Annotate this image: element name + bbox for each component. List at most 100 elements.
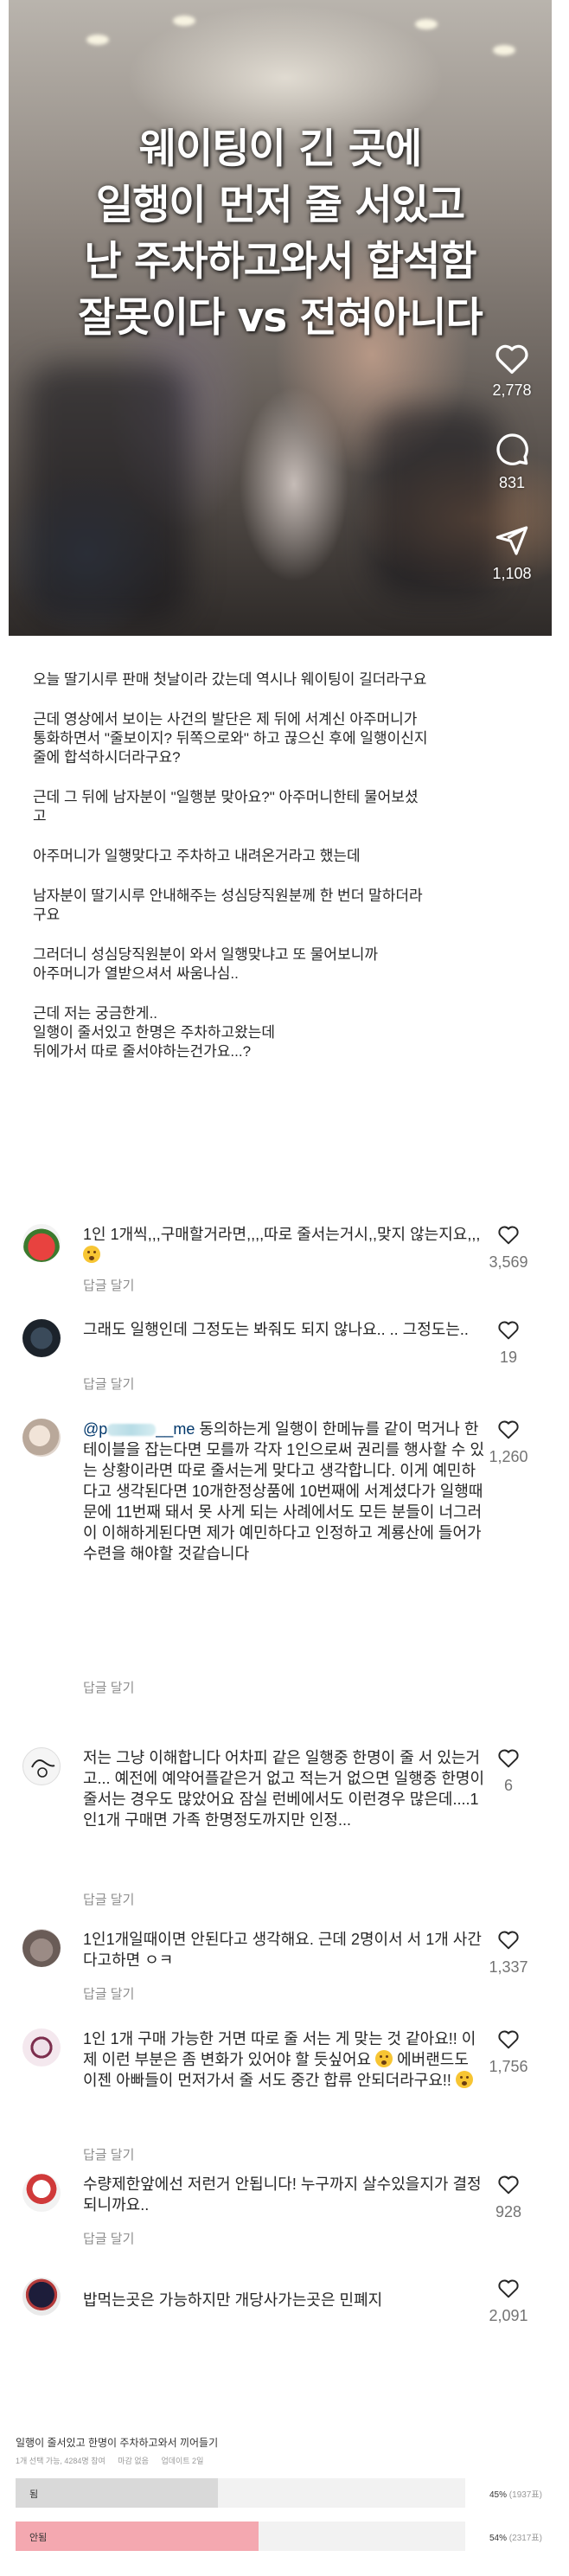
caption-line: 웨이팅이 긴 곳에 <box>138 125 422 173</box>
caption-line: 일행이 먼저 줄 서있고 <box>95 182 465 229</box>
blurred-crowd <box>26 363 190 623</box>
heart-icon <box>495 344 528 375</box>
poll-percent: 45% <box>489 2490 508 2500</box>
poll-vote-count: (1937표) <box>508 2490 542 2500</box>
post-body: 오늘 딸기시루 판매 첫날이라 갔는데 역시나 웨이팅이 길더라구요 근데 영상… <box>33 670 526 1082</box>
post-paragraph: 근데 영상에서 보이는 사건의 발단은 제 뒤에 서계신 아주머니가 통화하면서… <box>33 711 428 766</box>
poll-participants: 1개 선택 가능, 4284명 참여 <box>16 2457 105 2465</box>
comment-text: @p __me 동의하는게 일행이 한메뉴를 같이 먹거나 한 테이블을 잡는다면… <box>83 1419 486 1564</box>
comment-text-content: 동의하는게 일행이 한메뉴를 같이 먹거나 한 테이블을 잡는다면 모를까 각자… <box>83 1420 485 1562</box>
comment-like-count: 6 <box>503 1777 513 1794</box>
mention-link[interactable]: @p __me <box>83 1420 195 1438</box>
comment-like-button[interactable]: 19 <box>483 1319 534 1367</box>
comment-like-button[interactable]: 2,091 <box>483 2278 534 2325</box>
avatar[interactable] <box>22 1224 61 1262</box>
share-count: 1,108 <box>492 565 532 582</box>
blurred-username <box>107 1424 157 1437</box>
reply-button[interactable]: 답글 달기 <box>83 1984 134 2002</box>
reply-button[interactable]: 답글 달기 <box>83 2145 134 2163</box>
ceiling-light <box>86 35 109 45</box>
video-action-bar: 2,778 831 1,108 <box>484 342 540 614</box>
heart-icon <box>498 2279 519 2298</box>
reply-button[interactable]: 답글 달기 <box>83 1276 134 1294</box>
heart-icon <box>498 1931 519 1950</box>
heart-icon <box>498 2030 519 2049</box>
reel-video[interactable]: 웨이팅이 긴 곳에 일행이 먼저 줄 서있고 난 주차하고와서 합석함 잘못이다… <box>9 0 552 636</box>
share-plane-icon <box>495 526 528 555</box>
comment-like-count: 928 <box>495 2203 522 2220</box>
comment-like-button[interactable]: 1,260 <box>483 1419 534 1466</box>
comment-text: 저는 그냥 이해합니다 어차피 같은 일행중 한명이 줄 서 있는거고... 예… <box>83 1749 485 1829</box>
laughing-emoji-icon <box>83 1246 100 1263</box>
comment-like-button[interactable]: 1,756 <box>483 2028 534 2076</box>
avatar-illustration-icon <box>31 1759 55 1778</box>
poll-option[interactable]: 됨 45% (1937표) <box>16 2478 553 2508</box>
like-button[interactable]: 2,778 <box>484 342 540 400</box>
poll-bar-fill <box>16 2522 259 2551</box>
reply-button[interactable]: 답글 달기 <box>83 1890 134 1908</box>
post-paragraph: 오늘 딸기시루 판매 첫날이라 갔는데 역시나 웨이팅이 길더라구요 <box>33 671 427 688</box>
avatar[interactable] <box>22 1747 61 1785</box>
blurred-crowd <box>372 407 502 597</box>
share-button[interactable]: 1,108 <box>484 523 540 583</box>
smiling-emoji-icon <box>375 2050 393 2067</box>
reply-button[interactable]: 답글 달기 <box>83 2229 134 2247</box>
poll-title: 일행이 줄서있고 한명이 주차하고와서 끼어들기 <box>16 2437 219 2449</box>
comment-like-button[interactable]: 6 <box>483 1747 534 1795</box>
comment-like-button[interactable]: 1,337 <box>483 1929 534 1977</box>
poll-bar-fill <box>16 2478 218 2508</box>
comment-like-button[interactable]: 3,569 <box>483 1224 534 1272</box>
comment-like-button[interactable]: 928 <box>483 2174 534 2221</box>
heart-icon <box>498 1420 519 1439</box>
comment-like-count: 19 <box>499 1349 518 1366</box>
post-paragraph: 남자분이 딸기시루 안내해주는 성심당직원분께 한 번더 말하더라 구요 <box>33 888 423 923</box>
post-paragraph: 그러더니 성심당직원분이 와서 일행맞냐고 또 물어보니까 아주머니가 열받으셔… <box>33 946 378 982</box>
avatar[interactable] <box>22 2174 61 2212</box>
poll-vote-count: (2317표) <box>508 2534 542 2543</box>
poll-meta: 1개 선택 가능, 4284명 참여 마감 없음 업데이트 2일 <box>16 2455 553 2466</box>
comment-like-count: 1,260 <box>489 1448 528 1465</box>
heart-icon <box>498 1321 519 1340</box>
poll-deadline: 마감 없음 <box>118 2457 149 2465</box>
avatar[interactable] <box>22 2028 61 2067</box>
poll-option-label: 안됨 <box>29 2533 48 2543</box>
avatar[interactable] <box>22 1929 61 1967</box>
caption-line: 잘못이다 vs 전혀아니다 <box>78 294 483 342</box>
poll-updated: 업데이트 2일 <box>161 2457 204 2465</box>
post-paragraph: 근데 그 뒤에 남자분이 "일행분 맞아요?" 아주머니한테 물어보셨 고 <box>33 789 419 824</box>
mention-suffix: __me <box>156 1420 195 1438</box>
poll-option[interactable]: 안됨 54% (2317표) <box>16 2522 553 2551</box>
comment-count: 831 <box>498 474 526 491</box>
comment-like-count: 3,569 <box>489 1253 528 1271</box>
post-paragraph: 근데 저는 궁금한게.. 일행이 줄서있고 한명은 주차하고왔는데 뒤에가서 따… <box>33 1005 276 1060</box>
comment-text: 1인1개일때이면 안된다고 생각해요. 근데 2명이서 서 1개 사간다고하면 … <box>83 1931 482 1969</box>
reply-button[interactable]: 답글 달기 <box>83 1678 134 1696</box>
comment-bubble-icon <box>496 433 528 465</box>
comment-text: 수량제한앞에선 저런거 안됩니다! 누구까지 살수있을지가 결정되니까요.. <box>83 2176 482 2214</box>
comment-text: 그래도 일행인데 그정도는 봐줘도 되지 않나요.. .. 그정도는.. <box>83 1321 469 1338</box>
comment-like-count: 2,091 <box>489 2307 528 2324</box>
avatar[interactable] <box>22 2278 61 2316</box>
comment-button[interactable]: 831 <box>484 431 540 492</box>
like-count: 2,778 <box>492 381 532 399</box>
poll: 일행이 줄서있고 한명이 주차하고와서 끼어들기 1개 선택 가능, 4284명… <box>16 2435 553 2565</box>
caption-line: 난 주차하고와서 합석함 <box>84 238 476 285</box>
mention-prefix: @p <box>83 1420 108 1438</box>
reply-button[interactable]: 답글 달기 <box>83 1375 134 1393</box>
ceiling-light <box>173 16 195 26</box>
poll-option-result: 45% (1937표) <box>489 2487 542 2500</box>
comment-like-count: 1,756 <box>489 2058 528 2075</box>
heart-icon <box>498 1226 519 1245</box>
video-caption: 웨이팅이 긴 곳에 일행이 먼저 줄 서있고 난 주차하고와서 합석함 잘못이다… <box>9 121 552 346</box>
avatar[interactable] <box>22 1319 61 1357</box>
heart-icon <box>498 1749 519 1768</box>
ceiling-light <box>493 45 515 55</box>
comment-text-content: 1인 1개씩,,,구매할거라면,,,,따로 줄서는거시,,맞지 않는지요,,, <box>83 1226 481 1243</box>
comment-text: 1인 1개 구매 가능한 거면 따로 줄 서는 게 맞는 것 같아요!! 이제 … <box>83 2028 486 2091</box>
comment-text: 1인 1개씩,,,구매할거라면,,,,따로 줄서는거시,,맞지 않는지요,,, <box>83 1224 486 1266</box>
smiling-emoji-icon <box>455 2071 473 2088</box>
poll-option-result: 54% (2317표) <box>489 2530 542 2543</box>
post-paragraph: 아주머니가 일행맞다고 주차하고 내려온거라고 했는데 <box>33 848 361 864</box>
avatar[interactable] <box>22 1419 61 1457</box>
comment-text: 밥먹는곳은 가능하지만 개당사가는곳은 민폐지 <box>83 2291 383 2309</box>
